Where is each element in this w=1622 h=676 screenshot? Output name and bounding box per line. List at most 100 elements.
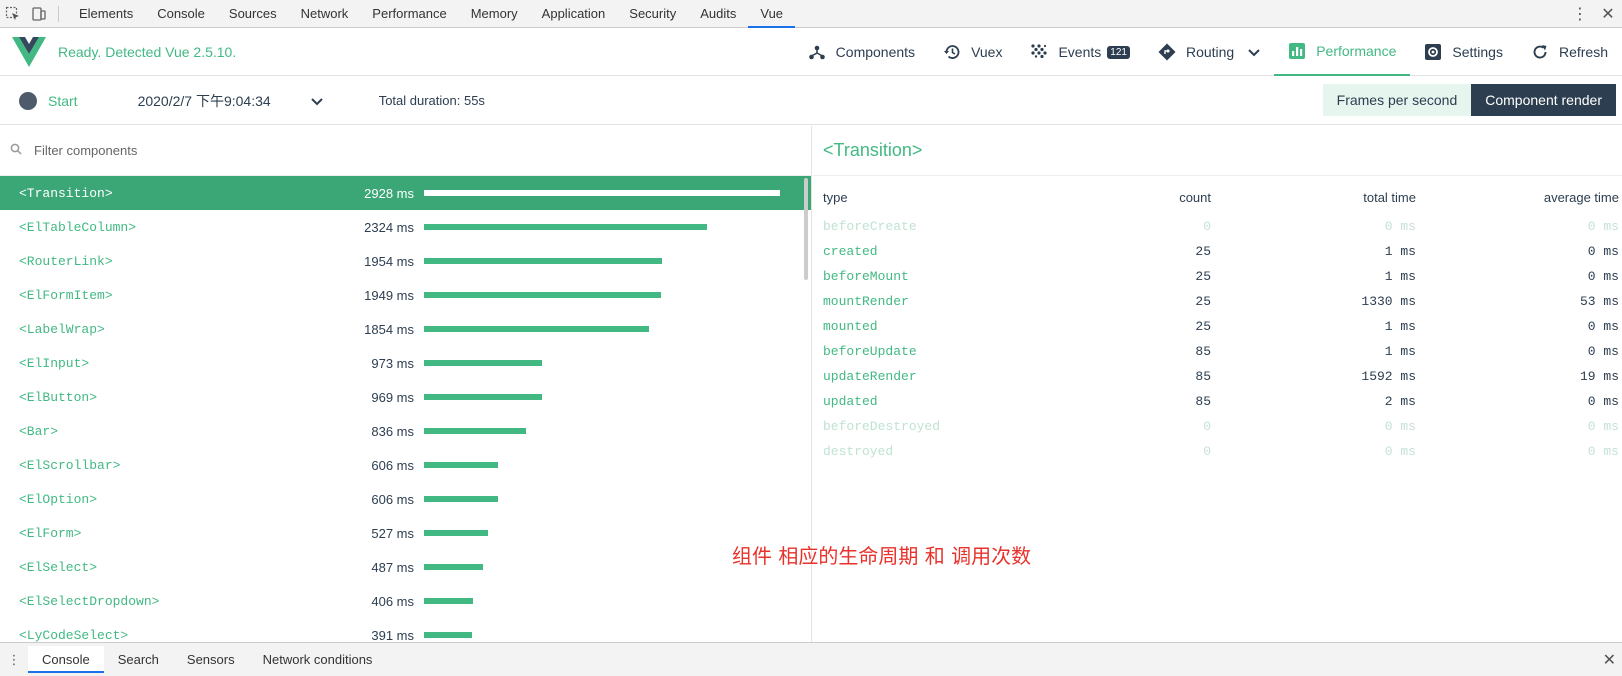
devtools-tab-sources[interactable]: Sources <box>217 0 289 28</box>
nav-label: Settings <box>1452 44 1503 60</box>
nav-components[interactable]: Components <box>794 28 929 76</box>
component-name: <Bar> <box>19 423 59 439</box>
component-row[interactable]: <ElScrollbar> 606 ms <box>0 448 811 482</box>
component-row[interactable]: <Bar> 836 ms <box>0 414 811 448</box>
start-button[interactable]: Start <box>48 93 78 109</box>
render-time-bar-track <box>424 632 784 638</box>
column-header-average-time[interactable]: average time <box>1416 180 1619 214</box>
devtools-tab-performance[interactable]: Performance <box>360 0 458 28</box>
nav-label: Vuex <box>971 44 1003 60</box>
render-time-bar-track <box>424 462 784 468</box>
inspect-element-icon[interactable] <box>0 0 26 28</box>
filter-components-input[interactable] <box>34 143 534 158</box>
cell-count: 0 <box>1203 444 1211 459</box>
component-row[interactable]: <Transition> 2928 ms <box>0 176 811 210</box>
devtools-tab-vue[interactable]: Vue <box>748 0 796 28</box>
devtools-tab-security[interactable]: Security <box>617 0 688 28</box>
render-time-bar <box>424 496 498 502</box>
component-row[interactable]: <ElSelect> 487 ms <box>0 550 811 584</box>
drawer-tab-sensors[interactable]: Sensors <box>173 646 249 673</box>
drawer-tab-console[interactable]: Console <box>28 646 104 673</box>
nav-settings[interactable]: Settings <box>1410 28 1517 76</box>
component-row[interactable]: <ElOption> 606 ms <box>0 482 811 516</box>
render-time: 2928 ms <box>364 185 414 201</box>
component-name: <ElScrollbar> <box>19 457 121 473</box>
render-time-bar <box>424 292 661 298</box>
component-name: <RouterLink> <box>19 253 113 269</box>
nav-routing[interactable]: Routing <box>1144 28 1274 76</box>
recording-select[interactable]: 2020/2/7 下午9:04:34 <box>138 91 323 111</box>
render-time-bar <box>424 530 489 536</box>
chevron-down-icon <box>1248 44 1260 60</box>
render-time-bar <box>424 394 542 400</box>
nav-label: Events <box>1058 44 1102 60</box>
lifecycle-row: beforeCreate 0 0 ms 0 ms <box>823 214 1619 239</box>
devtools-tab-application[interactable]: Application <box>530 0 618 28</box>
close-icon[interactable]: ✕ <box>1594 4 1622 24</box>
render-time: 606 ms <box>371 491 414 507</box>
component-row[interactable]: <ElForm> 527 ms <box>0 516 811 550</box>
record-icon[interactable] <box>19 91 37 110</box>
devtools-window: Elements Console Sources Network Performance… <box>0 0 1622 676</box>
component-row[interactable]: <ElTableColumn> 2324 ms <box>0 210 811 244</box>
toolbar-divider <box>58 5 59 22</box>
device-toolbar-icon[interactable] <box>26 0 52 28</box>
frames-per-second-button[interactable]: Frames per second <box>1322 84 1472 116</box>
render-time: 836 ms <box>371 423 414 439</box>
render-time-bar <box>424 564 484 570</box>
component-render-button[interactable]: Component render <box>1471 84 1616 116</box>
cell-total-time: 1 ms <box>1384 344 1416 359</box>
lifecycle-row: beforeDestroyed 0 0 ms 0 ms <box>823 414 1619 439</box>
performance-icon <box>1288 42 1306 60</box>
component-row[interactable]: <ElFormItem> 1949 ms <box>0 278 811 312</box>
chevron-down-icon <box>310 93 323 109</box>
render-time-bar-track <box>424 360 784 366</box>
drawer-tab-network-conditions[interactable]: Network conditions <box>249 646 387 673</box>
render-time: 1854 ms <box>364 321 414 337</box>
list-scrollbar[interactable] <box>804 178 808 280</box>
component-row[interactable]: <ElButton> 969 ms <box>0 380 811 414</box>
render-time: 1954 ms <box>364 253 414 269</box>
nav-performance[interactable]: Performance <box>1274 28 1411 76</box>
drawer-tab-search[interactable]: Search <box>104 646 173 673</box>
component-name: <ElSelect> <box>19 559 98 575</box>
render-time-bar-track <box>424 496 784 502</box>
component-row[interactable]: <ElInput> 973 ms <box>0 346 811 380</box>
cell-total-time: 1 ms <box>1384 269 1416 284</box>
devtools-tab-network[interactable]: Network <box>289 0 361 28</box>
render-time-bar-track <box>424 394 784 400</box>
render-time-bar-track <box>424 258 784 264</box>
cell-count: 85 <box>1195 344 1211 359</box>
more-options-icon[interactable]: ⋮ <box>1566 4 1594 24</box>
column-header-count[interactable]: count <box>1013 180 1211 214</box>
render-time-bar-track <box>424 428 784 434</box>
cell-count: 0 <box>1203 219 1211 234</box>
column-header-total-time[interactable]: total time <box>1211 180 1416 214</box>
component-row[interactable]: <RouterLink> 1954 ms <box>0 244 811 278</box>
cell-total-time: 1592 ms <box>1361 369 1416 384</box>
nav-events[interactable]: Events 121 <box>1016 28 1144 76</box>
drawer-menu-icon[interactable]: ⋮ <box>0 652 28 668</box>
component-row[interactable]: <ElSelectDropdown> 406 ms <box>0 584 811 618</box>
cell-type: updateRender <box>823 369 917 384</box>
render-time: 406 ms <box>371 593 414 609</box>
nav-label: Routing <box>1185 44 1235 60</box>
nav-label: Refresh <box>1558 44 1608 60</box>
devtools-tab-console[interactable]: Console <box>145 0 217 28</box>
cell-average-time: 0 ms <box>1587 244 1619 259</box>
component-row[interactable]: <LyCodeSelect> 391 ms <box>0 618 811 642</box>
devtools-tab-audits[interactable]: Audits <box>688 0 748 28</box>
column-header-type[interactable]: type <box>823 180 1013 214</box>
component-name: <Transition> <box>19 185 113 201</box>
component-name: <LabelWrap> <box>19 321 105 337</box>
drawer-close-icon[interactable]: ✕ <box>1603 650 1616 670</box>
cell-total-time: 0 ms <box>1384 419 1416 434</box>
component-row[interactable]: <LabelWrap> 1854 ms <box>0 312 811 346</box>
nav-refresh[interactable]: Refresh <box>1517 28 1622 76</box>
devtools-tab-memory[interactable]: Memory <box>459 0 530 28</box>
devtools-tab-elements[interactable]: Elements <box>67 0 145 28</box>
nav-vuex[interactable]: Vuex <box>929 28 1016 76</box>
component-name: <ElOption> <box>19 491 98 507</box>
render-time-bar <box>424 428 526 434</box>
cell-average-time: 0 ms <box>1587 344 1619 359</box>
